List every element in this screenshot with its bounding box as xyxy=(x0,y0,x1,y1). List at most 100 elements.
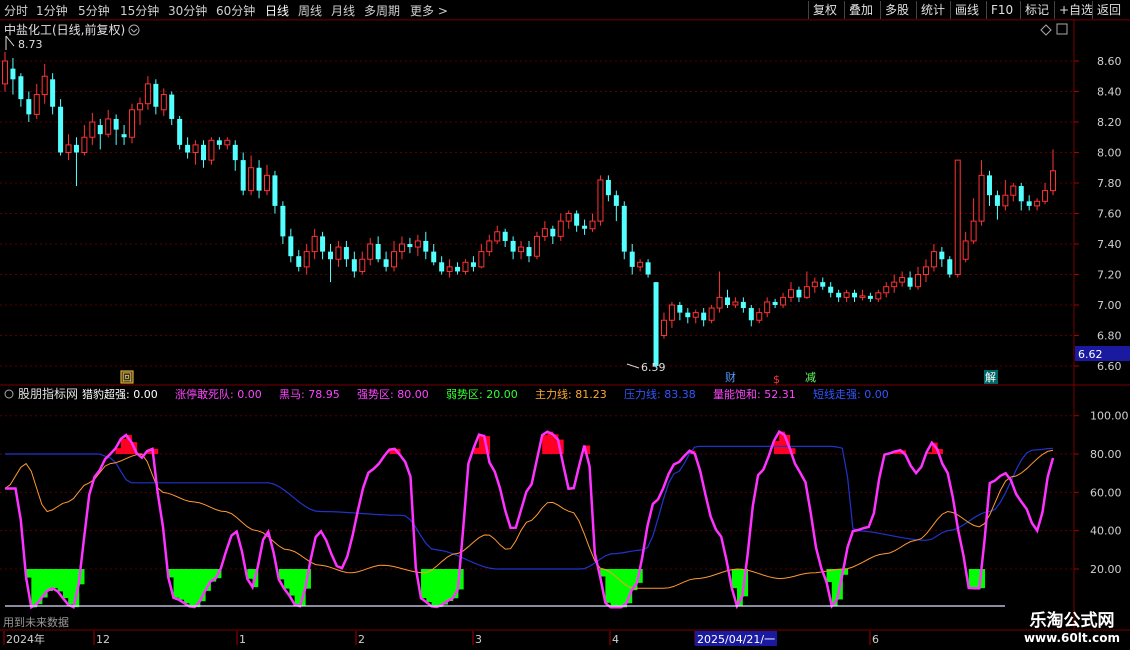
weak-zone-fill xyxy=(36,569,43,605)
candle-body xyxy=(899,277,906,283)
candle xyxy=(18,73,24,107)
kline-chart[interactable]: 8.60 8.40 8.20 8.00 7.80 7.60 7.40 7.20 7.00 6.80… xyxy=(0,0,1130,650)
strong-zone-fill xyxy=(552,434,559,455)
period-tab-5min[interactable]: 5分钟 xyxy=(78,2,110,19)
candle-body xyxy=(18,76,24,100)
candle xyxy=(724,289,730,309)
period-tab-multi[interactable]: 多周期 xyxy=(364,2,400,19)
candle xyxy=(455,262,461,275)
candle xyxy=(136,97,143,126)
candle-body xyxy=(836,292,842,298)
period-tab-60min[interactable]: 60分钟 xyxy=(216,2,255,19)
period-tab-daily[interactable]: 日线 xyxy=(265,2,289,19)
period-tab-weekly[interactable]: 周线 xyxy=(298,2,322,19)
period-tab-30min[interactable]: 30分钟 xyxy=(168,2,207,19)
restore-rights-button[interactable]: 复权 xyxy=(808,1,841,19)
candle-body xyxy=(105,118,112,135)
diamond-icon[interactable] xyxy=(1040,24,1052,36)
candle xyxy=(574,210,580,232)
candle-body xyxy=(740,301,746,309)
candle-body xyxy=(533,235,540,257)
price-tick-label: 7.40 xyxy=(1097,238,1122,251)
back-button[interactable]: 返回 xyxy=(1092,1,1125,19)
candle-body xyxy=(907,277,913,287)
candle xyxy=(470,256,476,272)
candle xyxy=(81,125,88,156)
price-tick-label: 8.40 xyxy=(1097,86,1122,99)
candle-body xyxy=(264,174,270,192)
candle xyxy=(113,114,119,145)
period-tab-more[interactable]: 更多 > xyxy=(410,2,448,19)
candle-body xyxy=(811,281,818,288)
candle-body xyxy=(986,175,992,196)
candle-body xyxy=(574,213,580,226)
f10-button[interactable]: F10 xyxy=(986,1,1017,19)
time-label: 2 xyxy=(358,633,365,646)
candle-body xyxy=(2,60,8,85)
weak-zone-fill xyxy=(210,569,217,582)
candle xyxy=(97,118,103,150)
candle-body xyxy=(486,240,493,253)
price-tick-label: 7.60 xyxy=(1097,208,1122,221)
weak-zone-fill xyxy=(294,569,301,605)
indicator-legend-item: 弱势区: 20.00 xyxy=(446,388,518,401)
overlay-button[interactable]: 叠加 xyxy=(844,1,877,19)
candle-body xyxy=(232,144,238,161)
candle-body xyxy=(1042,190,1049,202)
candle-body xyxy=(89,121,96,138)
candle-body xyxy=(367,243,374,260)
strong-zone-fill xyxy=(394,448,401,455)
candle-body xyxy=(240,160,246,191)
period-tab-monthly[interactable]: 月线 xyxy=(331,2,355,19)
top-toolbar: 分时 1分钟 5分钟 15分钟 30分钟 60分钟 日线 周线 月线 多周期 更… xyxy=(0,0,1130,20)
weak-zone-fill xyxy=(742,569,749,597)
candle xyxy=(446,259,453,278)
candle xyxy=(367,237,374,266)
candle xyxy=(502,228,508,248)
candle-body xyxy=(653,282,659,366)
weak-zone-fill xyxy=(457,569,464,590)
candle xyxy=(653,282,659,368)
period-tab-15min[interactable]: 15分钟 xyxy=(120,2,159,19)
event-marker-finance: 财 xyxy=(725,370,736,384)
period-tab-intraday[interactable]: 分时 xyxy=(4,2,28,19)
candle-body xyxy=(1018,186,1024,202)
weak-zone-fill xyxy=(731,569,738,589)
weak-zone-fill xyxy=(62,569,69,599)
candle xyxy=(947,256,953,278)
multi-stock-button[interactable]: 多股 xyxy=(880,1,913,19)
candle xyxy=(33,83,40,119)
expand-icon[interactable] xyxy=(1056,23,1068,35)
period-tab-1min[interactable]: 1分钟 xyxy=(36,2,68,19)
title-dropdown-icon[interactable] xyxy=(128,24,140,36)
indicator-menu-icon[interactable] xyxy=(4,389,14,399)
indicator-grid xyxy=(0,415,1074,570)
mark-button[interactable]: 标记 xyxy=(1020,1,1053,19)
candle-body xyxy=(994,195,1000,206)
candle-body xyxy=(883,286,890,294)
indicator-tick-label: 80.00 xyxy=(1090,448,1122,461)
candle-body xyxy=(129,109,136,138)
candle-body xyxy=(526,247,532,257)
candle-body xyxy=(954,159,961,275)
add-watchlist-button[interactable]: +自选 xyxy=(1054,1,1097,19)
main-force-line xyxy=(4,449,1054,589)
candle xyxy=(986,170,992,206)
candle xyxy=(58,99,64,156)
weak-zone-fill xyxy=(205,569,211,591)
candle-body xyxy=(73,144,79,153)
weak-zone-fill xyxy=(842,569,849,575)
candle-body xyxy=(708,307,715,321)
strong-zone-fill xyxy=(484,436,491,455)
candle-body xyxy=(121,134,127,138)
draw-line-button[interactable]: 画线 xyxy=(950,1,983,19)
candle-body xyxy=(439,262,445,272)
candle-body xyxy=(478,251,485,268)
candle xyxy=(494,225,501,244)
candle-body xyxy=(962,240,969,260)
candle xyxy=(478,244,485,269)
weak-zone-fill xyxy=(421,569,427,599)
candle-body xyxy=(692,312,699,318)
candle xyxy=(780,292,787,309)
statistics-button[interactable]: 统计 xyxy=(916,1,949,19)
